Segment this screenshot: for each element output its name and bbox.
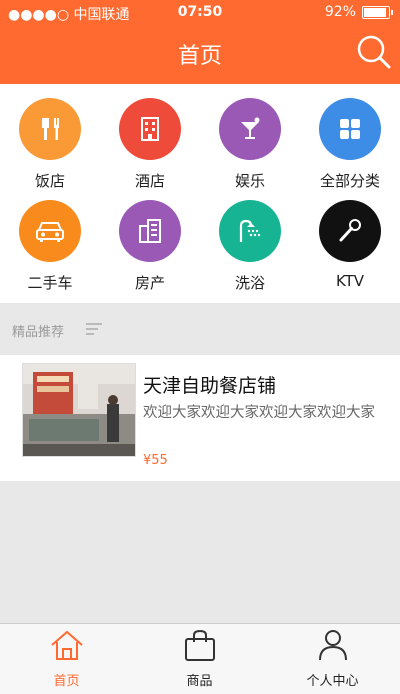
tab-home[interactable]: 首页: [0, 624, 133, 694]
category-bath[interactable]: 洗浴: [200, 200, 300, 293]
battery-status: 92%: [324, 4, 393, 20]
category-restaurant[interactable]: 饭店: [0, 98, 100, 191]
battery-icon: [362, 5, 393, 19]
fork-knife-icon: [42, 118, 59, 140]
category-label: 全部分类: [319, 172, 380, 190]
tab-label: 个人中心: [306, 674, 359, 689]
category-ktv[interactable]: KTV: [300, 200, 400, 290]
category-label: 二手车: [27, 274, 73, 292]
search-icon: [357, 35, 391, 69]
category-all[interactable]: 全部分类: [300, 98, 400, 191]
listing-description: 欢迎大家欢迎大家欢迎大家欢迎大家: [143, 405, 375, 421]
ktv-circle: [319, 200, 381, 262]
battery-percent: 92%: [324, 4, 356, 20]
status-bar: ●●●●○ 中国联通 07:50 92%: [0, 0, 400, 26]
category-label: 房产: [134, 274, 165, 292]
tab-label: 首页: [53, 674, 80, 689]
shower-icon: [239, 219, 261, 242]
search-button[interactable]: [354, 32, 394, 72]
tab-products[interactable]: 商品: [133, 624, 266, 694]
all-categories-circle: [319, 98, 381, 160]
section-header: 精品推荐: [0, 303, 400, 355]
category-grid: 饭店 酒店 娱乐 全部分类 二手车 房产 洗浴 KTV: [0, 84, 400, 303]
tab-profile[interactable]: 个人中心: [266, 624, 399, 694]
listing-thumbnail[interactable]: [22, 363, 136, 457]
real-estate-circle: [119, 200, 181, 262]
tab-bar: 首页 商品 个人中心: [0, 623, 400, 694]
listing-title[interactable]: 天津自助餐店铺: [143, 371, 276, 398]
category-label: 酒店: [134, 172, 165, 190]
listing-price: ¥55: [143, 453, 168, 468]
cocktail-icon: [241, 117, 260, 139]
header: ●●●●○ 中国联通 07:50 92% 首页: [0, 0, 400, 84]
entertainment-circle: [219, 98, 281, 160]
building-icon: [139, 219, 161, 243]
category-label: 娱乐: [234, 172, 265, 190]
hotel-circle: [119, 98, 181, 160]
category-entertainment[interactable]: 娱乐: [200, 98, 300, 191]
tab-label: 商品: [186, 674, 213, 689]
shopping-bag-icon: [184, 629, 215, 661]
store-photo: [23, 364, 135, 456]
person-icon: [318, 630, 347, 661]
category-hotel[interactable]: 酒店: [100, 98, 200, 191]
section-title: 精品推荐: [12, 325, 65, 340]
category-real-estate[interactable]: 房产: [100, 200, 200, 293]
category-label: 洗浴: [234, 274, 265, 292]
filter-icon: [86, 323, 102, 335]
grid-icon: [340, 119, 360, 139]
category-label: KTV: [335, 272, 365, 290]
page-title: 首页: [177, 44, 222, 69]
used-car-circle: [19, 200, 81, 262]
car-icon: [36, 222, 64, 242]
home-icon: [50, 630, 83, 660]
bath-circle: [219, 200, 281, 262]
microphone-icon: [339, 219, 361, 242]
category-label: 饭店: [34, 172, 65, 190]
category-used-car[interactable]: 二手车: [0, 200, 100, 293]
recommendation-list: 天津自助餐店铺 欢迎大家欢迎大家欢迎大家欢迎大家 ¥55: [0, 355, 400, 481]
restaurant-circle: [19, 98, 81, 160]
hotel-building-icon: [141, 117, 159, 141]
